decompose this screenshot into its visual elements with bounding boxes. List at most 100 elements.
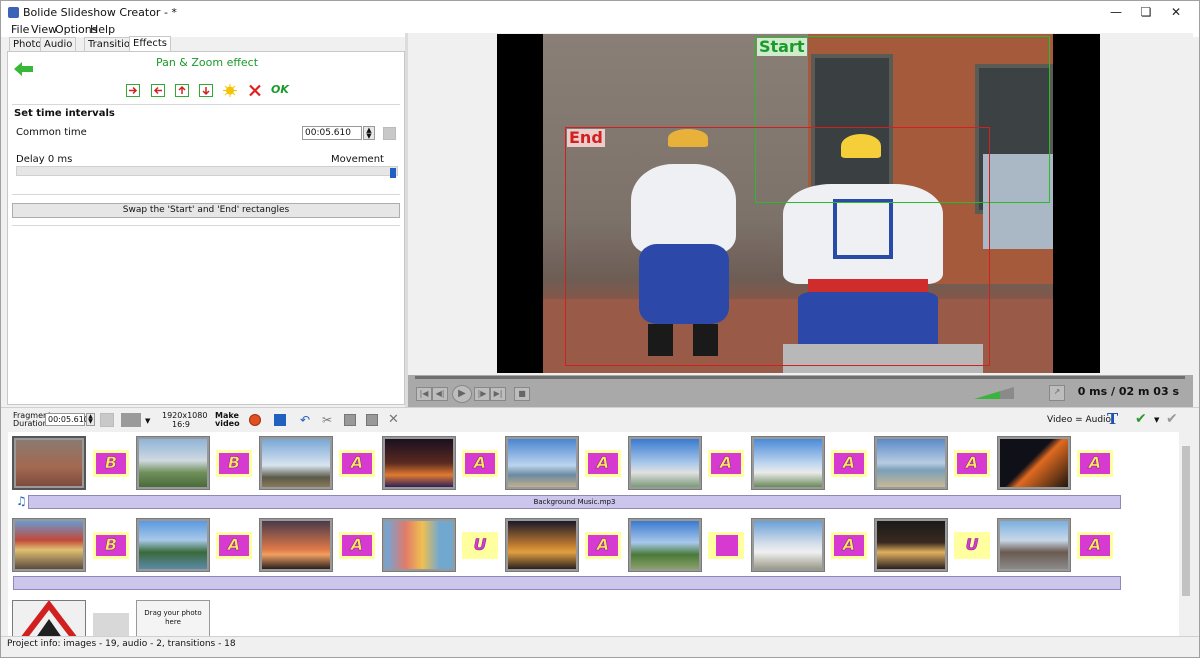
drag-photo-here-box[interactable]: Drag your photo here (136, 600, 210, 636)
fill-color-swatch[interactable] (100, 413, 114, 427)
timeline-toolbar: Fragment Duration 00:05.610 ▲ ▼ ▼ 1920x10… (1, 407, 1199, 431)
movement-slider[interactable] (16, 166, 398, 176)
divider (12, 104, 400, 105)
delete-icon[interactable]: ✕ (388, 413, 399, 426)
transition-thumbnail[interactable]: A (831, 532, 867, 559)
transition-thumbnail[interactable]: A (585, 532, 621, 559)
timeline-scrollbar[interactable] (1180, 432, 1192, 636)
copy-icon[interactable] (344, 414, 356, 426)
transition-thumbnail[interactable]: A (339, 532, 375, 559)
volume-slider[interactable] (974, 387, 1014, 399)
check-icon[interactable]: ✔ (1135, 412, 1147, 426)
save-icon[interactable] (274, 414, 286, 426)
common-time-toggle[interactable] (383, 127, 396, 140)
resolution-label[interactable]: 1920x1080 (162, 412, 207, 420)
settings-check-icon[interactable]: ✔ (1166, 412, 1178, 426)
transition-thumbnail[interactable]: A (954, 450, 990, 477)
tab-audio-files[interactable]: Audio files (40, 37, 77, 63)
photo-thumbnail[interactable] (628, 436, 702, 490)
photo-thumbnail[interactable] (382, 436, 456, 490)
playback-time: 0 ms / 02 m 03 s (1077, 385, 1179, 398)
maximize-button[interactable]: ❏ (1131, 3, 1161, 21)
transition-thumbnail[interactable]: A (216, 532, 252, 559)
paste-icon[interactable] (366, 414, 378, 426)
next-button[interactable]: |▶ (474, 387, 490, 401)
delay-label: Delay 0 ms (16, 154, 73, 165)
move-right-icon[interactable] (126, 84, 140, 97)
photo-thumbnail[interactable] (259, 518, 333, 572)
move-up-icon[interactable] (175, 84, 189, 97)
transition-thumbnail[interactable] (708, 532, 744, 559)
transition-thumbnail[interactable]: A (339, 450, 375, 477)
transition-thumbnail[interactable]: U (462, 532, 498, 559)
make-video-button[interactable]: Make video (215, 412, 240, 428)
transition-thumbnail[interactable]: U (954, 532, 990, 559)
photo-thumbnail[interactable] (751, 518, 825, 572)
check-dropdown-icon[interactable]: ▼ (1154, 416, 1159, 424)
divider (12, 225, 400, 226)
stop-button[interactable]: ■ (514, 387, 530, 401)
prev-button[interactable]: ◀| (432, 387, 448, 401)
go-end-button[interactable]: ▶| (490, 387, 506, 401)
transition-thumbnail[interactable]: A (1077, 532, 1113, 559)
move-left-icon[interactable] (151, 84, 165, 97)
photo-thumbnail[interactable] (382, 518, 456, 572)
background-color-swatch[interactable] (121, 413, 141, 427)
random-effect-icon[interactable] (223, 84, 237, 97)
photo-thumbnail[interactable] (12, 518, 86, 572)
common-time-input[interactable]: 00:05.610 (302, 126, 362, 140)
audio-track[interactable] (13, 576, 1121, 590)
photo-thumbnail[interactable] (136, 436, 210, 490)
undo-icon[interactable]: ↶ (300, 414, 310, 426)
swap-rectangles-button[interactable]: Swap the 'Start' and 'End' rectangles (12, 203, 400, 218)
transition-thumbnail[interactable]: A (585, 450, 621, 477)
text-tool-icon[interactable]: T (1107, 412, 1118, 427)
move-down-icon[interactable] (199, 84, 213, 97)
transition-thumbnail[interactable]: A (831, 450, 867, 477)
cut-icon[interactable]: ✂ (322, 414, 332, 426)
photo-thumbnail[interactable] (136, 518, 210, 572)
pan-zoom-title: Pan & Zoom effect (155, 56, 259, 69)
aspect-label[interactable]: 16:9 (172, 421, 190, 429)
seek-bar[interactable] (415, 376, 1185, 379)
close-button[interactable]: ✕ (1161, 3, 1191, 21)
background-dropdown-icon[interactable]: ▼ (145, 417, 150, 425)
empty-transition-slot[interactable] (93, 613, 129, 636)
menu-view[interactable]: View (31, 23, 57, 37)
menu-help[interactable]: Help (90, 23, 115, 37)
transition-thumbnail[interactable]: B (93, 450, 129, 477)
transition-thumbnail[interactable]: A (1077, 450, 1113, 477)
transition-thumbnail[interactable]: A (462, 450, 498, 477)
photo-thumbnail[interactable] (12, 436, 86, 490)
end-rectangle[interactable] (565, 127, 990, 366)
photo-thumbnail[interactable] (874, 518, 948, 572)
common-time-spinner[interactable]: ▲ ▼ (363, 126, 375, 140)
menu-file[interactable]: File (11, 23, 29, 37)
tab-effects[interactable]: Effects (129, 36, 171, 52)
minimize-button[interactable]: — (1101, 3, 1131, 21)
fragment-duration-input[interactable]: 00:05.610 (45, 413, 89, 426)
photo-thumbnail[interactable] (259, 436, 333, 490)
duration-spinner[interactable]: ▲ ▼ (86, 413, 95, 426)
fullscreen-icon[interactable]: ↗ (1049, 385, 1065, 401)
go-start-button[interactable]: |◀ (416, 387, 432, 401)
photo-thumbnail[interactable] (751, 436, 825, 490)
audio-track[interactable]: Background Music.mp3 (28, 495, 1121, 509)
photo-thumbnail[interactable] (997, 436, 1071, 490)
photo-thumbnail[interactable] (12, 600, 86, 636)
scrollbar-thumb[interactable] (1182, 446, 1190, 596)
play-button[interactable]: ▶ (452, 385, 472, 403)
photo-thumbnail[interactable] (628, 518, 702, 572)
transition-thumbnail[interactable]: B (93, 532, 129, 559)
transition-thumbnail[interactable]: A (708, 450, 744, 477)
ok-button[interactable]: OK (271, 83, 289, 96)
photo-thumbnail[interactable] (505, 436, 579, 490)
photo-thumbnail[interactable] (997, 518, 1071, 572)
transition-thumbnail[interactable]: B (216, 450, 252, 477)
preview-stage: Start End (497, 34, 1100, 373)
photo-thumbnail[interactable] (874, 436, 948, 490)
delete-effect-icon[interactable] (248, 84, 262, 97)
movement-slider-thumb[interactable] (390, 168, 396, 178)
photo-thumbnail[interactable] (505, 518, 579, 572)
record-icon[interactable] (249, 414, 261, 426)
